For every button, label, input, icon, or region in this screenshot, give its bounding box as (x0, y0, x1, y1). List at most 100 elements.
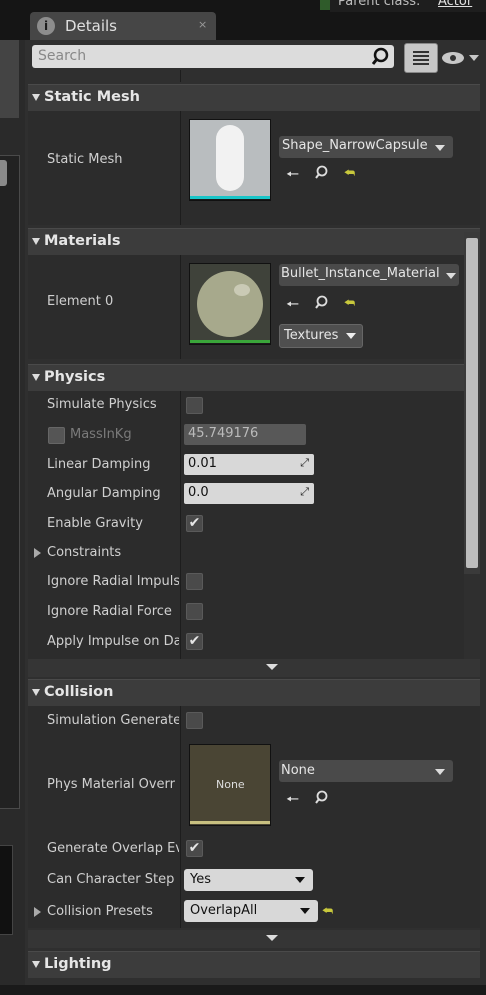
info-icon: i (37, 17, 55, 35)
constraints-label[interactable]: Constraints (47, 545, 121, 560)
checkmark-icon: ✔ (188, 840, 201, 856)
generate-overlap-events-checkbox[interactable]: ✔ (186, 840, 203, 857)
chevron-down-icon (295, 877, 305, 883)
collapse-icon (32, 374, 40, 381)
parent-class-link[interactable]: Actor (438, 0, 472, 9)
column-divider (180, 706, 181, 928)
ignore-radial-force-label: Ignore Radial Force (47, 604, 172, 619)
ignore-radial-force-checkbox[interactable] (186, 603, 203, 620)
can-character-step-dropdown[interactable]: Yes (184, 869, 313, 891)
chevron-down-icon (446, 273, 456, 279)
search-input[interactable] (32, 45, 394, 68)
mass-in-kg-label: MassInKg (70, 427, 132, 442)
enable-gravity-label: Enable Gravity (47, 516, 143, 531)
drag-handle-icon[interactable]: ⤢ (300, 485, 309, 499)
chevron-down-icon (435, 769, 445, 775)
left-panel-viewport (0, 155, 20, 809)
search-icon[interactable] (372, 47, 392, 67)
details-tab[interactable]: i Details × (30, 12, 216, 40)
phys-material-thumbnail[interactable]: None (189, 744, 271, 826)
left-panel-block (0, 40, 19, 118)
advanced-expander-physics[interactable] (28, 659, 480, 677)
collision-presets-dropdown[interactable]: OverlapAll (184, 900, 318, 922)
expand-icon[interactable] (34, 907, 41, 917)
drag-handle-icon[interactable]: ⤢ (300, 456, 309, 470)
reset-to-default-icon[interactable]: ⮪ (322, 904, 333, 919)
reset-to-default-icon[interactable]: ⮪ (344, 296, 355, 311)
eye-icon[interactable] (441, 48, 481, 68)
search-placeholder: Search (38, 48, 87, 64)
asset-color-bar (190, 821, 270, 824)
section-header-materials[interactable]: Materials (28, 228, 480, 255)
textures-label: Textures (284, 328, 339, 343)
static-mesh-value: Shape_NarrowCapsule (282, 138, 428, 153)
material-value: Bullet_Instance_Material (281, 266, 440, 281)
linear-damping-value: 0.01 (188, 456, 217, 471)
can-character-step-label: Can Character Step (47, 872, 175, 887)
list-view-button[interactable] (404, 43, 438, 73)
generate-overlap-events-label: Generate Overlap Ev (47, 841, 179, 856)
column-divider (180, 255, 181, 359)
status-bar (0, 985, 486, 995)
parent-class-label: Parent class: (338, 0, 421, 9)
static-mesh-thumbnail[interactable] (189, 119, 271, 201)
section-header-collision[interactable]: Collision (28, 679, 480, 706)
section-title: Lighting (44, 956, 112, 972)
textures-dropdown[interactable]: Textures (279, 324, 363, 348)
close-icon[interactable]: × (198, 18, 207, 31)
chevron-down-icon (266, 664, 278, 670)
mass-in-kg-field[interactable]: 45.749176 (184, 424, 306, 445)
checkmark-icon: ✔ (188, 633, 201, 649)
column-divider-top (180, 70, 181, 82)
simulate-physics-label: Simulate Physics (47, 397, 157, 412)
expand-icon[interactable] (34, 548, 41, 558)
left-panel-box (0, 845, 13, 935)
checkmark-icon: ✔ (188, 515, 201, 531)
section-title: Collision (44, 684, 114, 700)
apply-impulse-checkbox[interactable]: ✔ (186, 633, 203, 650)
browse-search-icon[interactable] (315, 295, 331, 311)
column-divider (180, 111, 181, 225)
scrollbar-thumb[interactable] (466, 238, 478, 568)
angular-damping-value: 0.0 (188, 485, 209, 500)
section-header-physics[interactable]: Physics (28, 364, 464, 391)
linear-damping-field[interactable]: 0.01 ⤢ (184, 454, 314, 475)
phys-material-override-label: Phys Material Overr (47, 777, 176, 792)
can-character-step-value: Yes (190, 872, 211, 887)
angular-damping-field[interactable]: 0.0 ⤢ (184, 483, 314, 504)
phys-material-thumb-label: None (216, 778, 245, 791)
collision-presets-label[interactable]: Collision Presets (47, 904, 153, 919)
collapse-icon (32, 689, 40, 696)
section-header-lighting[interactable]: Lighting (28, 951, 480, 978)
ignore-radial-impulse-checkbox[interactable] (186, 573, 203, 590)
material-dropdown[interactable]: Bullet_Instance_Material (279, 264, 459, 286)
simulate-physics-checkbox[interactable] (186, 397, 203, 414)
mass-in-kg-value: 45.749176 (188, 426, 259, 441)
chevron-down-icon (300, 908, 310, 914)
phys-material-dropdown[interactable]: None (279, 760, 453, 782)
use-selected-arrow-icon[interactable]: 🠔 (286, 294, 299, 319)
reset-to-default-icon[interactable]: ⮪ (344, 166, 355, 181)
use-selected-arrow-icon[interactable]: 🠔 (286, 789, 299, 814)
section-title: Static Mesh (44, 89, 140, 105)
advanced-expander-collision[interactable] (28, 930, 480, 948)
chevron-down-icon (346, 333, 356, 339)
list-view-icon (413, 51, 429, 65)
collapse-icon (32, 961, 40, 968)
section-title: Physics (44, 369, 106, 385)
mass-override-checkbox[interactable] (48, 427, 65, 444)
material-thumbnail[interactable] (189, 263, 271, 345)
browse-search-icon[interactable] (315, 165, 331, 181)
browse-search-icon[interactable] (315, 790, 331, 806)
use-selected-arrow-icon[interactable]: 🠔 (286, 164, 299, 189)
section-header-static-mesh[interactable]: Static Mesh (28, 84, 480, 111)
collapse-icon (32, 94, 40, 101)
left-panel-handle[interactable] (0, 160, 7, 186)
simulation-generates-hit-checkbox[interactable] (186, 712, 203, 729)
element-0-label: Element 0 (47, 294, 114, 309)
chevron-down-icon (435, 145, 445, 151)
chevron-down-icon (266, 935, 278, 941)
enable-gravity-checkbox[interactable]: ✔ (186, 515, 203, 532)
static-mesh-dropdown[interactable]: Shape_NarrowCapsule (279, 136, 453, 158)
collision-presets-value: OverlapAll (190, 903, 258, 918)
